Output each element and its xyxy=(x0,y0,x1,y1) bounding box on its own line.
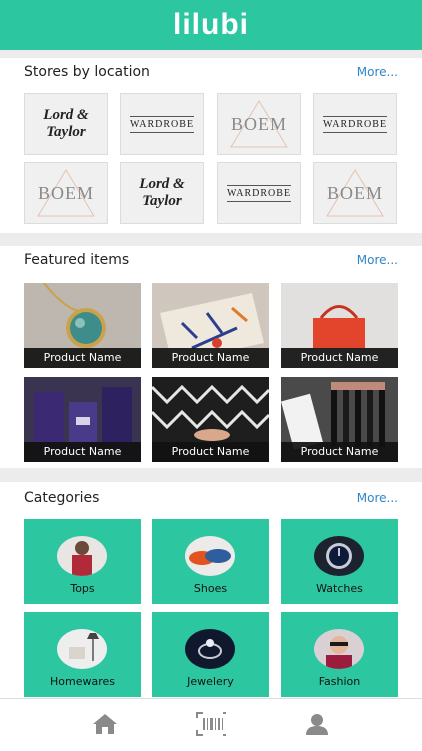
home-tab[interactable] xyxy=(90,711,120,737)
featured-item-card[interactable]: Product Name xyxy=(24,377,141,462)
stores-header: Stores by location More... xyxy=(0,58,422,86)
store-brand: BOEM xyxy=(326,182,383,203)
store-tile-wardrobe[interactable]: WARDROBE xyxy=(313,93,397,155)
store-brand: WARDROBE xyxy=(226,184,292,202)
store-brand: BOEM xyxy=(230,113,287,134)
featured-item-card[interactable]: Product Name xyxy=(152,283,269,368)
boem-logo: BOEM xyxy=(36,168,96,218)
stores-more-link[interactable]: More... xyxy=(357,65,398,79)
store-tile-boem[interactable]: BOEM xyxy=(24,162,108,224)
barcode-scan-icon xyxy=(196,712,226,736)
store-tile-lord-taylor[interactable]: Lord & Taylor xyxy=(120,162,204,224)
woman-in-top-image xyxy=(57,536,107,576)
store-tile-wardrobe[interactable]: WARDROBE xyxy=(217,162,301,224)
category-label: Tops xyxy=(70,582,95,595)
boem-logo: BOEM xyxy=(229,99,289,149)
category-tile-tops[interactable]: Tops xyxy=(24,519,141,604)
profile-tab[interactable] xyxy=(302,711,332,737)
categories-section: Categories More... Tops Shoes Watches Ho… xyxy=(0,482,422,698)
bottom-tab-bar xyxy=(0,698,422,751)
home-icon xyxy=(93,714,117,734)
categories-more-link[interactable]: More... xyxy=(357,491,398,505)
featured-more-link[interactable]: More... xyxy=(357,253,398,267)
boem-logo: BOEM xyxy=(325,168,385,218)
featured-title: Featured items xyxy=(24,252,130,268)
category-label: Watches xyxy=(316,582,363,595)
featured-item-card[interactable]: Product Name xyxy=(281,377,398,462)
wristwatch-image xyxy=(314,536,364,576)
app-header: lilubi xyxy=(0,0,422,50)
featured-item-card[interactable]: Product Name xyxy=(281,283,398,368)
store-tile-boem[interactable]: BOEM xyxy=(217,93,301,155)
product-name: Product Name xyxy=(152,348,269,368)
category-tile-jewelery[interactable]: Jewelery xyxy=(152,612,269,697)
store-tile-wardrobe[interactable]: WARDROBE xyxy=(120,93,204,155)
featured-header: Featured items More... xyxy=(0,246,422,274)
featured-item-card[interactable]: Product Name xyxy=(24,283,141,368)
stores-section: Stores by location More... Lord & Taylor… xyxy=(0,58,422,233)
store-tile-lord-taylor[interactable]: Lord & Taylor xyxy=(24,93,108,155)
chair-lamp-image xyxy=(57,629,107,669)
store-brand: Lord & Taylor xyxy=(43,107,89,140)
category-label: Shoes xyxy=(193,582,228,595)
scan-tab[interactable] xyxy=(196,711,226,737)
profile-icon xyxy=(306,714,328,735)
store-brand: WARDROBE xyxy=(129,115,195,133)
category-label: Homewares xyxy=(49,675,115,688)
product-name: Product Name xyxy=(281,348,398,368)
product-name: Product Name xyxy=(281,442,398,462)
categories-title: Categories xyxy=(24,490,100,506)
featured-item-card[interactable]: Product Name xyxy=(152,377,269,462)
store-brand: Lord & Taylor xyxy=(139,176,185,209)
store-tile-boem[interactable]: BOEM xyxy=(313,162,397,224)
loafers-image xyxy=(185,536,235,576)
categories-header: Categories More... xyxy=(0,484,422,512)
stores-title: Stores by location xyxy=(24,64,150,80)
category-tile-shoes[interactable]: Shoes xyxy=(152,519,269,604)
ring-image xyxy=(185,629,235,669)
product-name: Product Name xyxy=(24,442,141,462)
app-logo: lilubi xyxy=(173,8,249,41)
featured-section: Featured items More... Product Name Prod… xyxy=(0,246,422,468)
product-name: Product Name xyxy=(152,442,269,462)
category-tile-homewares[interactable]: Homewares xyxy=(24,612,141,697)
category-label: Fashion xyxy=(318,675,361,688)
store-brand: WARDROBE xyxy=(322,115,388,133)
category-tile-fashion[interactable]: Fashion xyxy=(281,612,398,697)
category-label: Jewelery xyxy=(187,675,234,688)
woman-sunglasses-image xyxy=(314,629,364,669)
store-brand: BOEM xyxy=(37,182,94,203)
product-name: Product Name xyxy=(24,348,141,368)
category-tile-watches[interactable]: Watches xyxy=(281,519,398,604)
